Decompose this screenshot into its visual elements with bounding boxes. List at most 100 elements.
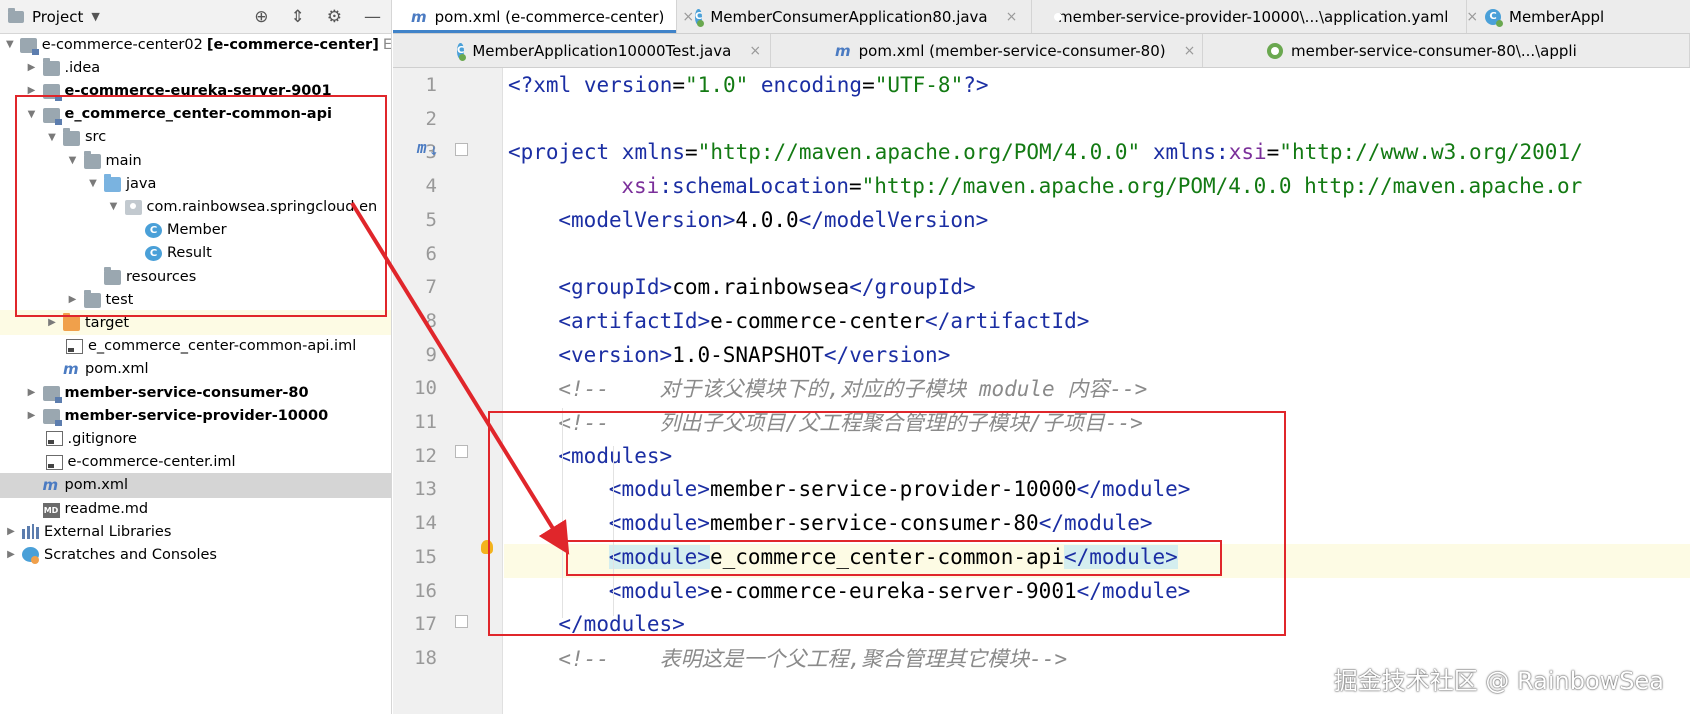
editor-tab[interactable]: m pom.xml (e-commerce-center) ×	[393, 0, 694, 33]
code-token: </groupId>	[849, 275, 976, 300]
chevron-down-icon[interactable]: ▼	[91, 10, 99, 23]
code-token: "http://maven.apache.org/POM/4.0.0"	[697, 140, 1141, 165]
code-token: =	[672, 73, 686, 97]
line-number: 10	[414, 377, 437, 400]
folder-icon	[42, 58, 60, 77]
tree-item[interactable]: m pom.xml	[0, 472, 391, 498]
tree-item[interactable]: e-commerce-center.iml	[0, 450, 391, 475]
fold-marker-icon[interactable]	[455, 615, 468, 628]
expand-arrow-right-icon[interactable]: ▶	[4, 526, 18, 537]
tree-item-label: member-service-provider-10000	[64, 407, 329, 424]
tree-item[interactable]: ▼ e-commerce-center02 [e-commerce-center] E	[0, 32, 391, 57]
tree-item-label: Scratches and Consoles	[44, 546, 217, 563]
editor-tab[interactable]: member-service-provider-10000\...\applic…	[1032, 0, 1478, 33]
code-token: xsi	[621, 174, 660, 199]
code-line[interactable]: <!-- 表明这是一个父工程,聚合管理其它模块-->	[558, 641, 1067, 675]
line-number: 15	[414, 545, 437, 568]
editor-tab-label: MemberConsumerApplication80.java	[710, 7, 988, 26]
tree-item-label: External Libraries	[44, 523, 172, 540]
code-token: <groupId>	[558, 275, 673, 300]
editor-tab-bar-secondary: C MemberApplication10000Test.java × m pom.xm…	[393, 34, 1690, 68]
fold-marker-icon[interactable]	[455, 445, 468, 458]
code-token: </version>	[823, 342, 951, 367]
maven-icon: m	[42, 475, 59, 494]
code-line[interactable]: <project xmlns = "http://maven.apache.org/…	[508, 135, 1583, 169]
tree-item[interactable]: ▶ .idea	[0, 55, 391, 80]
editor-tab[interactable]: C MemberConsumerApplication80.java ×	[677, 0, 1032, 33]
editor-tab-label: pom.xml (member-service-consumer-80)	[858, 41, 1166, 60]
code-token: <project	[508, 140, 622, 165]
tree-item[interactable]: .gitignore	[0, 426, 391, 451]
tree-item[interactable]: ▶ Scratches and Consoles	[0, 542, 391, 567]
editor-tab-label: member-service-consumer-80\...\appli	[1291, 41, 1577, 60]
line-number: 1	[425, 74, 437, 96]
expand-arrow-right-icon[interactable]: ▶	[25, 62, 39, 73]
expand-arrow-right-icon[interactable]: ▶	[45, 317, 59, 328]
module-icon	[19, 38, 39, 55]
editor-tab[interactable]: C MemberAppl	[1467, 0, 1690, 33]
tree-item[interactable]: ▶ External Libraries	[0, 519, 391, 544]
code-token: <version>	[558, 342, 673, 367]
maven-icon: m	[835, 41, 851, 60]
code-token: xsi	[1228, 140, 1267, 165]
locate-file-icon[interactable]: ⊕	[254, 7, 268, 27]
expand-arrow-down-icon[interactable]: ▼	[4, 39, 16, 50]
maven-icon: m	[411, 7, 427, 26]
tree-item[interactable]: ▶ member-service-consumer-80	[0, 380, 391, 405]
code-line[interactable]: xsi:schemaLocation = "http://maven.apache.…	[621, 169, 1582, 203]
watermark: 掘金技术社区 @ RainbowSea	[1333, 667, 1664, 695]
line-number: 18	[414, 646, 437, 669]
line-number: 6	[425, 242, 437, 265]
editor-tab[interactable]: m pom.xml (member-service-consumer-80) ×	[771, 34, 1203, 67]
editor-tab-label: member-service-provider-10000\...\applic…	[1058, 7, 1449, 26]
code-token: <modelVersion>	[558, 207, 736, 232]
project-folder-icon	[8, 7, 24, 23]
line-number: 8	[425, 309, 437, 332]
editor-tab[interactable]: C MemberApplication10000Test.java ×	[393, 34, 771, 67]
code-token: <!-- 对于该父模块下的,对应的子模块 module 内容-->	[558, 377, 1148, 402]
line-number: 4	[425, 175, 437, 198]
fold-marker-icon[interactable]	[455, 143, 468, 156]
close-icon[interactable]: ×	[749, 43, 761, 59]
expand-arrow-right-icon[interactable]: ▶	[25, 410, 39, 421]
class-icon: C	[457, 42, 467, 61]
gear-icon[interactable]: ⚙	[327, 7, 342, 27]
tree-item[interactable]: m pom.xml	[0, 357, 391, 382]
line-number: 2	[425, 107, 437, 130]
arrow-down-gutter-icon[interactable]: ↓	[429, 140, 439, 159]
tree-item-label: .idea	[64, 59, 101, 76]
code-line[interactable]: <artifactId> e-commerce-center </artifactI…	[558, 304, 1089, 338]
code-line[interactable]: <?xml version = "1.0" encoding = "UTF-8" ?>	[508, 68, 989, 102]
code-token: version	[583, 73, 673, 97]
editor-tab-label: pom.xml (e-commerce-center)	[434, 7, 665, 26]
project-panel-header: Project ▼ ⊕ ⇕ ⚙ —	[0, 0, 391, 34]
code-line[interactable]: <modelVersion> 4.0.0 </modelVersion>	[558, 203, 988, 237]
yaml-icon	[1267, 42, 1283, 59]
expand-arrow-right-icon[interactable]: ▶	[4, 549, 18, 560]
editor-gutter: 1 2 3 4 5 6 7 8 9 10 11 12 13 14 15 16 17 18 m ↓	[393, 68, 503, 714]
module-icon	[42, 409, 62, 427]
tree-item[interactable]: e_commerce_center-common-api.iml	[0, 334, 391, 359]
code-token: </artifactId>	[925, 308, 1090, 333]
project-panel-title[interactable]: Project	[32, 8, 83, 26]
maven-icon: m	[63, 359, 79, 378]
code-line[interactable]: <groupId> com.rainbowsea </groupId>	[558, 270, 975, 304]
line-number: 7	[425, 276, 437, 299]
code-line[interactable]: <!-- 对于该父模块下的,对应的子模块 module 内容-->	[558, 371, 1147, 405]
maven-project-gutter-icon[interactable]: m	[417, 138, 427, 157]
code-line[interactable]: <version> 1.0-SNAPSHOT </version>	[558, 338, 950, 372]
tree-item[interactable]: MD readme.md	[0, 496, 391, 521]
expand-arrow-right-icon[interactable]: ▶	[25, 387, 39, 398]
tree-item-label: readme.md	[64, 500, 149, 517]
collapse-all-icon[interactable]: ⇕	[291, 7, 305, 27]
close-icon[interactable]: ×	[1184, 43, 1196, 59]
tree-item[interactable]: ▶ member-service-provider-10000	[0, 403, 391, 428]
editor-tab[interactable]: member-service-consumer-80\...\appli	[1203, 34, 1690, 67]
line-number: 17	[414, 613, 437, 636]
line-number: 13	[414, 478, 437, 501]
tree-item-label: e-commerce-center02	[41, 36, 203, 53]
code-token: <artifactId>	[558, 308, 711, 333]
minimize-icon[interactable]: —	[364, 7, 381, 27]
close-icon[interactable]: ×	[1006, 9, 1018, 25]
